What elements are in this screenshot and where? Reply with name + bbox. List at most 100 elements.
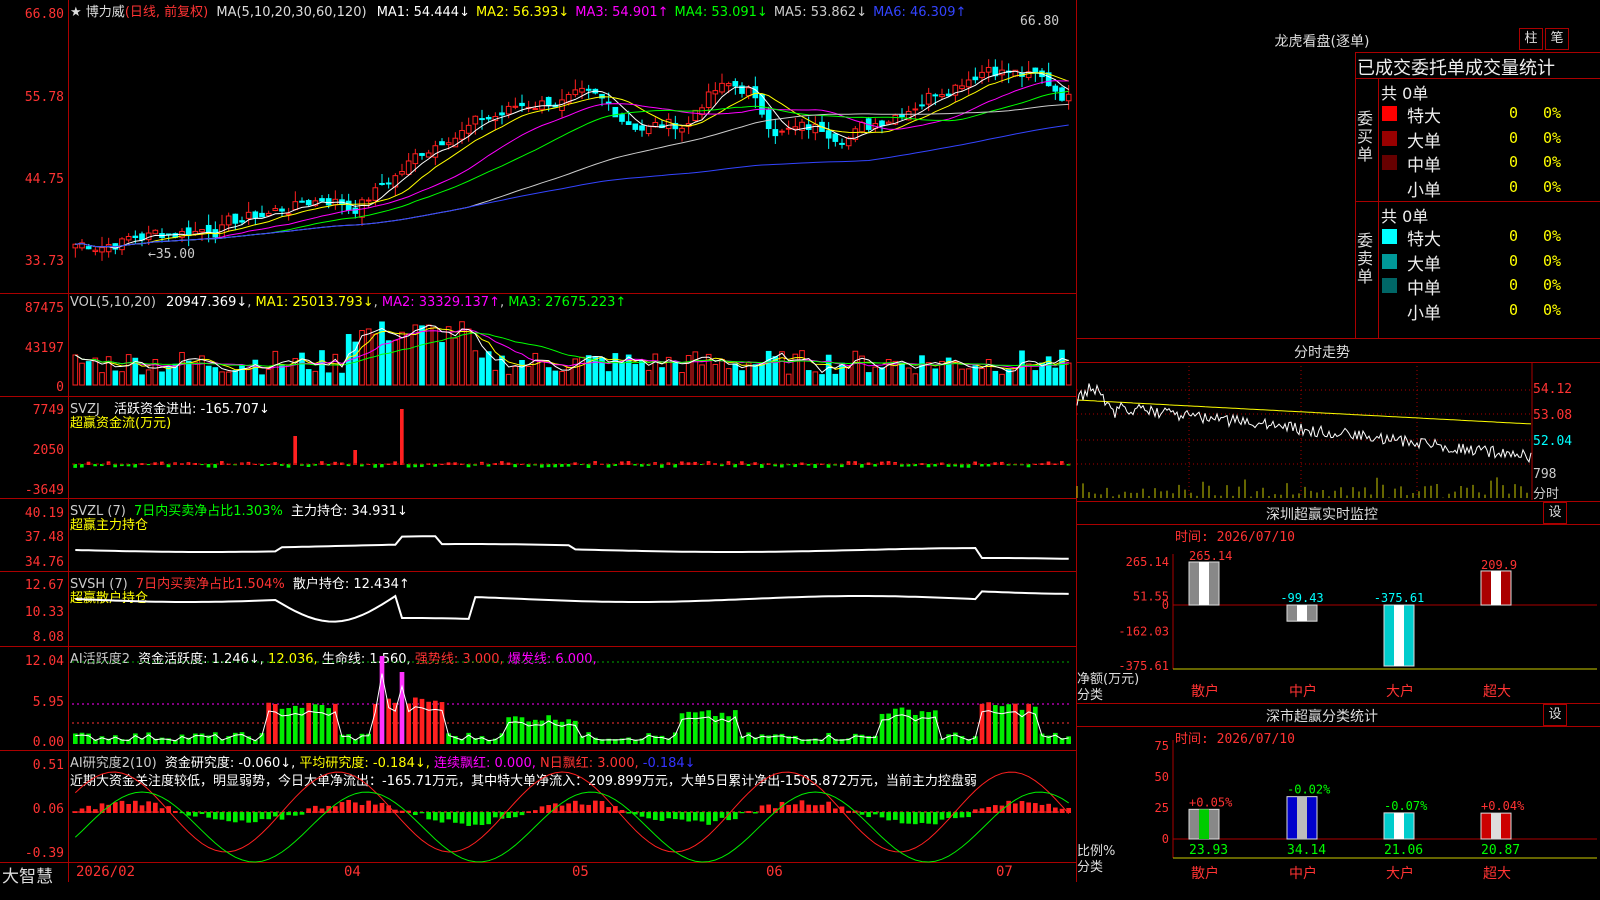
volume-bar	[372, 333, 379, 386]
research-bar	[579, 804, 585, 813]
volume-bar	[679, 372, 685, 386]
kline-candle	[319, 198, 325, 202]
research-bar	[993, 805, 998, 813]
fund-flow-bar	[806, 464, 811, 466]
research-bar	[919, 812, 925, 823]
volume-bar	[265, 368, 272, 386]
kline-chart[interactable]	[0, 0, 1076, 293]
monitor-bar-chart[interactable]: 265.1451.550-162.03-375.61265.14散户-99.43…	[1077, 524, 1600, 704]
volume-bar	[912, 373, 919, 386]
stat-cat-1: 散户	[1191, 865, 1219, 882]
sell-row-pct-4: 0%	[1543, 300, 1562, 319]
research-bar	[73, 811, 78, 813]
fund-flow-bar	[286, 464, 291, 468]
research-bar	[366, 800, 371, 813]
volume-bar	[645, 369, 652, 386]
kline-candle	[345, 200, 352, 211]
volume-bar	[532, 352, 539, 386]
kline-candle	[545, 96, 552, 107]
stat-ytick: 25	[1155, 801, 1169, 815]
activity-bar	[1013, 703, 1018, 744]
ai-activity-chart[interactable]	[0, 646, 1076, 750]
ai-research-chart[interactable]	[0, 750, 1076, 863]
stat-delta-1: +0.05%	[1189, 795, 1233, 809]
kline-candle	[105, 244, 112, 253]
research-bar	[599, 800, 605, 813]
research-bar	[586, 804, 591, 813]
volume-bar	[299, 352, 305, 386]
x-label: 07	[996, 864, 1013, 880]
research-bar	[479, 812, 485, 826]
research-bar	[213, 812, 218, 820]
fund-flow-bar	[566, 464, 571, 467]
research-bar	[219, 812, 225, 820]
kline-candle	[499, 112, 505, 116]
kline-candle	[679, 127, 685, 133]
intraday-chart[interactable]	[1076, 362, 1600, 500]
activity-bar	[379, 656, 385, 744]
volume-bar	[352, 341, 359, 386]
stat-delta-2: -0.02%	[1287, 783, 1331, 797]
activity-bar	[79, 732, 85, 744]
volume-bar	[525, 365, 532, 386]
column-view-button[interactable]: 柱	[1519, 28, 1543, 50]
research-bar	[119, 800, 125, 813]
kline-candle	[899, 114, 905, 118]
stat-settings-button[interactable]: 设	[1543, 704, 1567, 726]
tick-view-button[interactable]: 笔	[1545, 28, 1569, 50]
activity-bar	[333, 703, 338, 744]
fund-flow-chart[interactable]	[0, 396, 1076, 498]
fenshi-avg-line	[1076, 399, 1532, 425]
main-tick: 44.75	[24, 172, 64, 187]
stat-bar-shine	[1491, 813, 1501, 839]
kline-candle	[72, 243, 79, 249]
research-bar	[833, 808, 838, 813]
monitor-settings-button[interactable]: 设	[1543, 502, 1567, 524]
ma-line-5	[75, 70, 1069, 249]
research-bar	[559, 805, 565, 813]
volume-bar	[619, 361, 625, 386]
main-holding-chart[interactable]	[0, 498, 1076, 571]
research-bar	[439, 812, 445, 823]
volume-chart[interactable]	[0, 293, 1076, 396]
volume-bar	[1059, 349, 1065, 386]
volume-bar	[385, 340, 392, 386]
activity-bar	[399, 672, 405, 744]
kline-candle	[879, 120, 885, 127]
research-bar	[266, 812, 271, 820]
kline-candle	[185, 227, 192, 237]
volume-bar	[492, 369, 499, 386]
act-tick: 5.95	[32, 695, 64, 710]
stat-ytick: 0	[1162, 832, 1169, 846]
kline-candle	[712, 90, 719, 95]
stat-ytick: 75	[1155, 739, 1169, 753]
research-bar	[719, 812, 725, 818]
volume-bar	[952, 360, 959, 386]
stat-bar-chart[interactable]: 75 50 25 0 +0.05% 23.93 散户 -0.02% 34.14 中户 -0.07% 2…	[1077, 726, 1600, 900]
volume-bar	[972, 365, 979, 386]
kline-candle	[979, 71, 985, 79]
volume-bar	[1025, 363, 1032, 386]
retail-holding-chart[interactable]	[0, 571, 1076, 646]
svsh-tick: 8.08	[32, 630, 64, 645]
monitor-title: 深圳超赢实时监控	[1266, 507, 1378, 523]
volume-bar	[1052, 367, 1059, 386]
research-bar	[313, 805, 318, 813]
fund-flow-bar	[960, 464, 964, 468]
research-bar	[886, 812, 891, 821]
kline-candle	[765, 109, 772, 130]
sell-row-color-3	[1382, 278, 1397, 293]
research-bar	[799, 800, 805, 813]
fund-flow-bar	[1046, 461, 1051, 465]
volume-bar	[959, 368, 965, 386]
fund-flow-bar	[326, 464, 331, 466]
sell-row-name-3: 中单	[1407, 279, 1441, 299]
volume-bar	[552, 370, 559, 386]
kline-candle	[859, 121, 865, 133]
left-chart-area[interactable]: ★ 博力威(日线, 前复权) MA(5,10,20,30,60,120) MA1…	[0, 0, 1077, 887]
activity-bar	[1066, 736, 1071, 744]
main-tick: 55.78	[24, 90, 64, 105]
kline-candle	[932, 94, 939, 97]
volume-bar	[205, 365, 212, 386]
research-bar	[126, 803, 131, 813]
